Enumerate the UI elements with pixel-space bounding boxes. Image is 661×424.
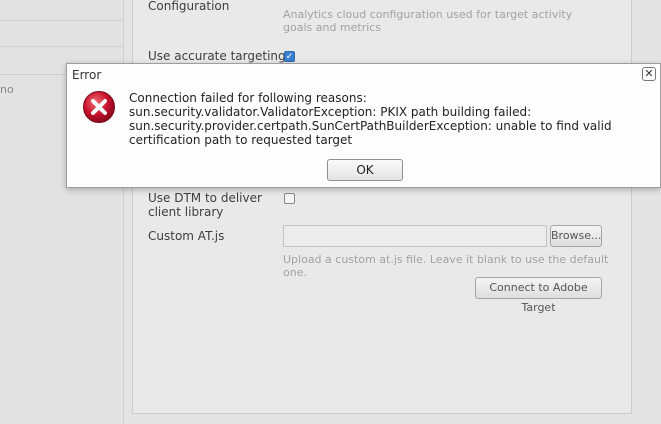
accurate-targeting-checkbox[interactable]: ✓ (284, 51, 295, 62)
custom-atjs-label: Custom AT.js (148, 229, 225, 243)
dtm-label: Use DTM to deliver client library (148, 191, 262, 219)
error-message: Connection failed for following reasons:… (129, 91, 654, 147)
browse-button[interactable]: Browse... (550, 225, 602, 247)
accurate-targeting-label: Use accurate targeting (148, 49, 286, 63)
connect-to-adobe-target-button[interactable]: Connect to Adobe Target (475, 277, 602, 314)
ok-button[interactable]: OK (327, 159, 403, 181)
divider (0, 46, 123, 47)
error-message-detail: sun.security.validator.ValidatorExceptio… (129, 105, 612, 147)
divider (0, 20, 123, 21)
dtm-checkbox[interactable] (284, 193, 295, 204)
left-text-fragment: no (0, 83, 14, 96)
dialog-title: Error (72, 68, 102, 82)
error-dialog: Error ✕ Connection failed for following … (66, 63, 661, 188)
error-icon (83, 91, 115, 123)
configuration-label: Configuration (148, 0, 230, 13)
custom-atjs-input[interactable] (283, 225, 547, 247)
configuration-hint: Analytics cloud configuration used for t… (283, 8, 573, 34)
close-icon[interactable]: ✕ (642, 67, 656, 81)
error-message-heading: Connection failed for following reasons: (129, 91, 367, 105)
custom-atjs-hint: Upload a custom at.js file. Leave it bla… (283, 253, 609, 279)
